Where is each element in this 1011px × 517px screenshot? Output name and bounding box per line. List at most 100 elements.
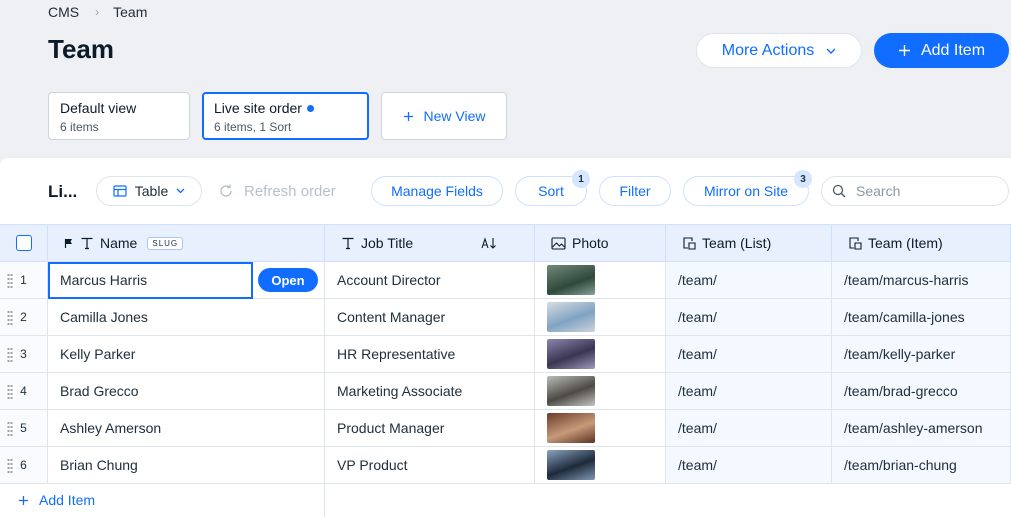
search-box[interactable] — [821, 176, 1009, 206]
table-layout-dropdown[interactable]: Table — [96, 176, 202, 206]
sort-count-badge: 1 — [572, 170, 590, 188]
plus-icon — [403, 111, 413, 121]
drag-handle-icon[interactable] — [7, 347, 13, 363]
team-item-cell[interactable]: /team/brian-chung — [832, 447, 1011, 484]
drag-handle-icon[interactable] — [7, 421, 13, 437]
drag-handle-icon[interactable] — [7, 273, 13, 289]
name-cell[interactable]: Kelly Parker — [48, 336, 325, 373]
select-all-checkbox[interactable] — [15, 235, 32, 251]
page-title: Team — [48, 34, 114, 64]
photo-cell[interactable] — [535, 336, 666, 373]
new-view-button[interactable]: New View — [381, 92, 507, 140]
chevron-down-icon — [176, 188, 185, 194]
team-list-cell[interactable]: /team/ — [666, 262, 832, 299]
row-number: 6 — [20, 458, 27, 472]
sort-ascending-icon[interactable] — [481, 236, 497, 250]
team-list-cell[interactable]: /team/ — [666, 373, 832, 410]
column-job-title-label: Job Title — [361, 235, 414, 251]
mirror-on-site-button[interactable]: Mirror on Site — [683, 176, 809, 206]
row-number-cell: 4 — [0, 373, 48, 410]
photo-cell[interactable] — [535, 410, 666, 447]
team-list-cell[interactable]: /team/ — [666, 336, 832, 373]
table-row[interactable]: 1 Marcus Harris Open Account Director /t… — [0, 262, 1011, 299]
breadcrumb-cms[interactable]: CMS — [48, 4, 79, 20]
text-field-icon — [342, 237, 354, 250]
add-item-row-button[interactable]: Add Item — [18, 492, 95, 508]
column-header-photo[interactable]: Photo — [535, 224, 666, 262]
team-list-cell[interactable]: /team/ — [666, 299, 832, 336]
manage-fields-label: Manage Fields — [391, 183, 483, 199]
name-cell[interactable]: Marcus Harris Open — [48, 262, 325, 299]
drag-handle-icon[interactable] — [7, 384, 13, 400]
column-header-team-list[interactable]: Team (List) — [666, 224, 832, 262]
job-title-cell[interactable]: Content Manager — [325, 299, 535, 336]
job-title-cell[interactable]: VP Product — [325, 447, 535, 484]
column-name-label: Name — [100, 235, 138, 251]
view-title: Live site order — [214, 100, 302, 116]
chevron-down-icon — [826, 48, 836, 54]
name-cell[interactable]: Brian Chung — [48, 447, 325, 484]
team-item-cell[interactable]: /team/brad-grecco — [832, 373, 1011, 410]
toolbar: Li... Table Refresh order Manage Fields … — [0, 158, 1011, 224]
page-link-icon — [683, 237, 696, 250]
team-list-cell[interactable]: /team/ — [666, 447, 832, 484]
row-number-cell: 6 — [0, 447, 48, 484]
team-item-cell[interactable]: /team/marcus-harris — [832, 262, 1011, 299]
job-title-cell[interactable]: Account Director — [325, 262, 535, 299]
column-divider — [324, 484, 325, 517]
row-number-cell: 3 — [0, 336, 48, 373]
mirror-count-badge: 3 — [794, 170, 812, 188]
search-icon — [832, 184, 846, 198]
view-subtitle: 6 items, 1 Sort — [214, 120, 292, 134]
column-team-list-label: Team (List) — [702, 235, 772, 251]
photo-cell[interactable] — [535, 373, 666, 410]
add-item-button[interactable]: Add Item — [874, 33, 1009, 68]
name-cell[interactable]: Ashley Amerson — [48, 410, 325, 447]
view-card-live-site-order[interactable]: Live site order 6 items, 1 Sort — [202, 92, 369, 140]
job-title-cell[interactable]: HR Representative — [325, 336, 535, 373]
job-title-cell[interactable]: Marketing Associate — [325, 373, 535, 410]
photo-cell[interactable] — [535, 262, 666, 299]
more-actions-button[interactable]: More Actions — [696, 33, 862, 68]
open-item-button[interactable]: Open — [258, 268, 318, 292]
plus-icon — [898, 45, 910, 56]
table-row[interactable]: 2 Camilla Jones Content Manager /team/ /… — [0, 299, 1011, 336]
photo-cell[interactable] — [535, 299, 666, 336]
column-header-name[interactable]: Name SLUG — [48, 224, 325, 262]
row-number: 2 — [20, 310, 27, 324]
select-all-cell — [0, 224, 48, 262]
name-cell[interactable]: Brad Grecco — [48, 373, 325, 410]
column-header-team-item[interactable]: Team (Item) — [832, 224, 1011, 262]
slug-badge: SLUG — [147, 236, 184, 250]
column-header-job-title[interactable]: Job Title — [325, 224, 535, 262]
photo-cell[interactable] — [535, 447, 666, 484]
table-row[interactable]: 4 Brad Grecco Marketing Associate /team/… — [0, 373, 1011, 410]
filter-label: Filter — [619, 183, 651, 199]
view-card-default[interactable]: Default view 6 items — [48, 92, 190, 140]
team-item-cell[interactable]: /team/kelly-parker — [832, 336, 1011, 373]
team-item-cell[interactable]: /team/ashley-amerson — [832, 410, 1011, 447]
team-list-cell[interactable]: /team/ — [666, 410, 832, 447]
team-item-cell[interactable]: /team/camilla-jones — [832, 299, 1011, 336]
refresh-icon — [220, 184, 232, 197]
table-row[interactable]: 3 Kelly Parker HR Representative /team/ … — [0, 336, 1011, 373]
chevron-right-icon: › — [95, 5, 100, 19]
refresh-order-button[interactable]: Refresh order — [218, 176, 336, 206]
add-item-label: Add Item — [920, 41, 986, 59]
text-field-icon — [81, 237, 93, 250]
column-team-item-label: Team (Item) — [868, 235, 943, 251]
photo-thumbnail — [547, 450, 595, 480]
drag-handle-icon[interactable] — [7, 458, 13, 474]
table-row[interactable]: 5 Ashley Amerson Product Manager /team/ … — [0, 410, 1011, 447]
plus-icon — [19, 495, 28, 505]
photo-thumbnail — [547, 265, 595, 295]
mirror-label: Mirror on Site — [703, 183, 789, 199]
table-row[interactable]: 6 Brian Chung VP Product /team/ /team/br… — [0, 447, 1011, 484]
name-cell[interactable]: Camilla Jones — [48, 299, 325, 336]
drag-handle-icon[interactable] — [7, 310, 13, 326]
job-title-cell[interactable]: Product Manager — [325, 410, 535, 447]
search-input[interactable] — [856, 183, 996, 199]
selected-cell-outline — [48, 262, 253, 299]
manage-fields-button[interactable]: Manage Fields — [371, 176, 503, 206]
filter-button[interactable]: Filter — [599, 176, 671, 206]
